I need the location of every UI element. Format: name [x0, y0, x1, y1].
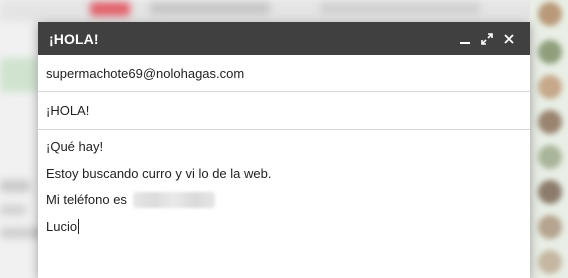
subject-field[interactable]: ¡HOLA! [38, 92, 530, 130]
avatar [538, 2, 562, 26]
minimize-icon[interactable] [454, 28, 476, 50]
recipient-value: supermachote69@nolohagas.com [46, 65, 245, 81]
signature: Lucio [46, 218, 78, 234]
blurred-toolbar [0, 0, 568, 22]
blurred-text [0, 205, 26, 215]
blurred-text [0, 228, 30, 238]
compose-titlebar[interactable]: ¡HOLA! [38, 22, 530, 55]
avatar [538, 215, 562, 239]
expand-icon[interactable] [476, 28, 498, 50]
body-line: Estoy buscando curro y vi lo de la web. [46, 165, 272, 181]
phone-label: Mi teléfono es [46, 192, 127, 207]
text-cursor [78, 218, 80, 234]
body-line: ¡Qué hay! [46, 139, 104, 154]
body-line-phone: Mi teléfono es [46, 192, 522, 219]
avatar [538, 145, 562, 169]
contacts-sidebar [530, 0, 568, 278]
avatar [538, 75, 562, 99]
blurred-text [320, 3, 480, 14]
blurred-text [150, 3, 270, 14]
recipient-field[interactable]: supermachote69@nolohagas.com [38, 55, 530, 92]
message-body[interactable]: ¡Qué hay! Estoy buscando curro y vi lo d… [38, 130, 530, 245]
avatar [538, 110, 562, 134]
blurred-text [0, 180, 30, 192]
redacted-phone [132, 192, 215, 208]
avatar [538, 250, 562, 274]
avatar [538, 180, 562, 204]
blurred-label [90, 2, 130, 16]
subject-value: ¡HOLA! [46, 103, 90, 118]
compose-window: ¡HOLA! supermachote69@nolohagas.com ¡HOL… [38, 22, 530, 278]
compose-title: ¡HOLA! [49, 30, 99, 47]
blurred-row [0, 58, 38, 92]
avatar [538, 40, 562, 64]
body-line-signature: Lucio [46, 218, 522, 246]
close-icon[interactable] [498, 28, 520, 50]
